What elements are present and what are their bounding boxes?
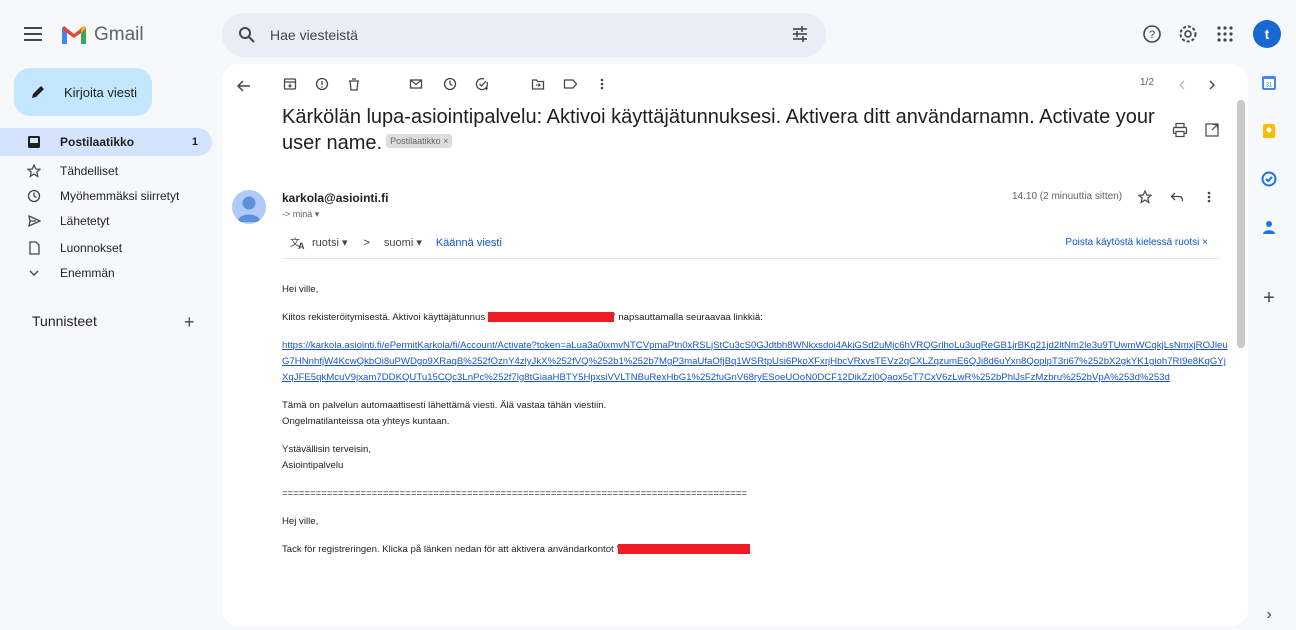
translate-message-link[interactable]: Käännä viesti [436,237,502,249]
sidebar-item-label: Luonnokset [60,241,123,255]
account-avatar[interactable]: t [1253,20,1281,48]
snooze-icon[interactable] [440,74,460,94]
recipient-details[interactable]: -> minä ▾ [282,209,319,220]
source-language-select[interactable]: ruotsi ▾ [312,236,347,249]
svg-text:31: 31 [1266,83,1273,89]
message-view: 1/2 Kärkölän lupa-asiointipalvelu: Aktiv… [222,64,1248,626]
unread-count: 1 [191,136,198,148]
separator-line: ========================================… [282,488,748,499]
move-to-icon[interactable] [528,74,548,94]
chevron-down-icon [26,265,42,281]
back-arrow-icon[interactable] [234,76,254,96]
sidebar-item-sent[interactable]: Lähetetyt [0,208,212,234]
draft-icon [26,240,42,256]
add-label-button[interactable]: + [184,312,195,333]
more-vert-icon[interactable] [1206,190,1212,204]
print-icon[interactable] [1172,122,1188,138]
signature-fi: Ystävällisin terveisin, Asiointipalvelu [282,442,1232,474]
sidebar-item-inbox[interactable]: Postilaatikko 1 [0,128,212,156]
auto-notice-line: Ongelmatilanteissa ota yhteys kuntaan. [282,416,450,427]
sender-email[interactable]: karkola@asiointi.fi [282,191,388,205]
gmail-logo[interactable]: Gmail [60,20,144,50]
search-options-icon[interactable] [790,24,810,44]
more-vert-icon[interactable] [592,74,612,94]
star-icon [26,163,42,179]
settings-icon[interactable] [1176,22,1200,46]
search-icon[interactable] [236,24,258,46]
search-bar[interactable] [222,13,826,57]
message-subject: Kärkölän lupa-asiointipalvelu: Aktivoi k… [282,104,1162,156]
gmail-m-icon [62,26,86,44]
auto-notice-line: Tämä on palvelun automaattisesti lähettä… [282,400,607,411]
add-task-icon[interactable] [472,74,492,94]
sidebar-item-label: Enemmän [60,266,115,280]
newer-chevron-icon[interactable] [1172,75,1192,95]
message-body: Hei ville, Kiitos rekisteröitymisestä. A… [282,282,1232,570]
contacts-icon[interactable] [1260,218,1278,236]
thanks-sv-text: Tack för registreringen. Klicka på länke… [282,544,619,555]
pager-count: 1/2 [1140,77,1154,88]
inbox-icon [26,134,42,150]
redaction-mark [618,544,751,555]
report-spam-icon[interactable] [312,74,332,94]
main-menu-icon[interactable] [22,22,46,46]
help-icon[interactable]: ? [1140,22,1164,46]
apps-grid-icon[interactable] [1213,22,1237,46]
sidebar-item-label: Postilaatikko [60,135,135,149]
calendar-icon[interactable]: 31 [1260,74,1278,92]
thanks-fi: Kiitos rekisteröitymisestä. Aktivoi käyt… [282,310,1232,326]
clock-icon [26,188,42,204]
redaction-mark [487,312,614,323]
sidebar-item-label: Tähdelliset [60,164,119,178]
app-name: Gmail [94,24,144,45]
regards-line: Asiointipalvelu [282,460,344,471]
label-icon[interactable] [560,74,580,94]
compose-label: Kirjoita viesti [64,84,137,100]
sidebar-item-more[interactable]: Enemmän [0,260,212,286]
svg-text:A: A [298,241,305,250]
compose-button[interactable]: Kirjoita viesti [14,68,152,116]
thanks-sv: Tack för registreringen. Klicka på länke… [282,542,1232,558]
translate-bar: 文A ruotsi ▾ > suomi ▾ Käännä viesti Pois… [282,227,1220,259]
delete-icon[interactable] [344,74,364,94]
star-icon[interactable] [1138,190,1152,204]
scrollbar-thumb[interactable] [1237,100,1245,348]
open-new-window-icon[interactable] [1204,122,1220,138]
message-timestamp: 14.10 (2 minuuttia sitten) [1012,191,1123,202]
inbox-label-chip[interactable]: Postilaatikko × [386,133,453,148]
regards-line: Ystävällisin terveisin, [282,444,372,455]
chevron-right-icon: > [363,236,370,249]
activation-link[interactable]: https://karkola.asiointi.fi/ePermitKarko… [282,340,1228,383]
sidebar-item-starred[interactable]: Tähdelliset [0,158,212,184]
mark-unread-icon[interactable] [406,74,426,94]
pencil-icon [30,84,46,100]
archive-icon[interactable] [280,74,300,94]
labels-heading: Tunnisteet [32,313,97,329]
thanks-fi-text-end: ' napsauttamalla seuraavaa linkkiä: [613,312,763,323]
target-language-select[interactable]: suomi ▾ [384,236,422,249]
older-chevron-icon[interactable] [1202,75,1222,95]
sender-avatar[interactable] [232,190,266,224]
sidebar-item-snoozed[interactable]: Myöhemmäksi siirretyt [0,183,212,209]
reply-icon[interactable] [1170,190,1184,204]
tasks-icon[interactable] [1260,170,1278,188]
thanks-fi-text: Kiitos rekisteröitymisestä. Aktivoi käyt… [282,312,486,323]
sidebar-item-label: Myöhemmäksi siirretyt [60,189,180,203]
expand-side-panel-chevron-icon[interactable]: › [1260,606,1278,624]
add-addon-button[interactable]: + [1260,287,1278,309]
translate-icon: 文A [290,236,306,250]
disable-translation-link[interactable]: Poista käytöstä kielessä ruotsi × [1065,237,1208,248]
svg-text:?: ? [1149,29,1155,41]
sidebar-item-label: Lähetetyt [60,214,110,228]
greeting-fi: Hei ville, [282,284,319,295]
send-icon [26,213,42,229]
greeting-sv: Hej ville, [282,516,319,527]
keep-icon[interactable] [1260,122,1278,140]
search-input[interactable] [270,27,750,43]
auto-notice-fi: Tämä on palvelun automaattisesti lähettä… [282,398,1232,430]
sidebar-item-drafts[interactable]: Luonnokset [0,235,212,261]
